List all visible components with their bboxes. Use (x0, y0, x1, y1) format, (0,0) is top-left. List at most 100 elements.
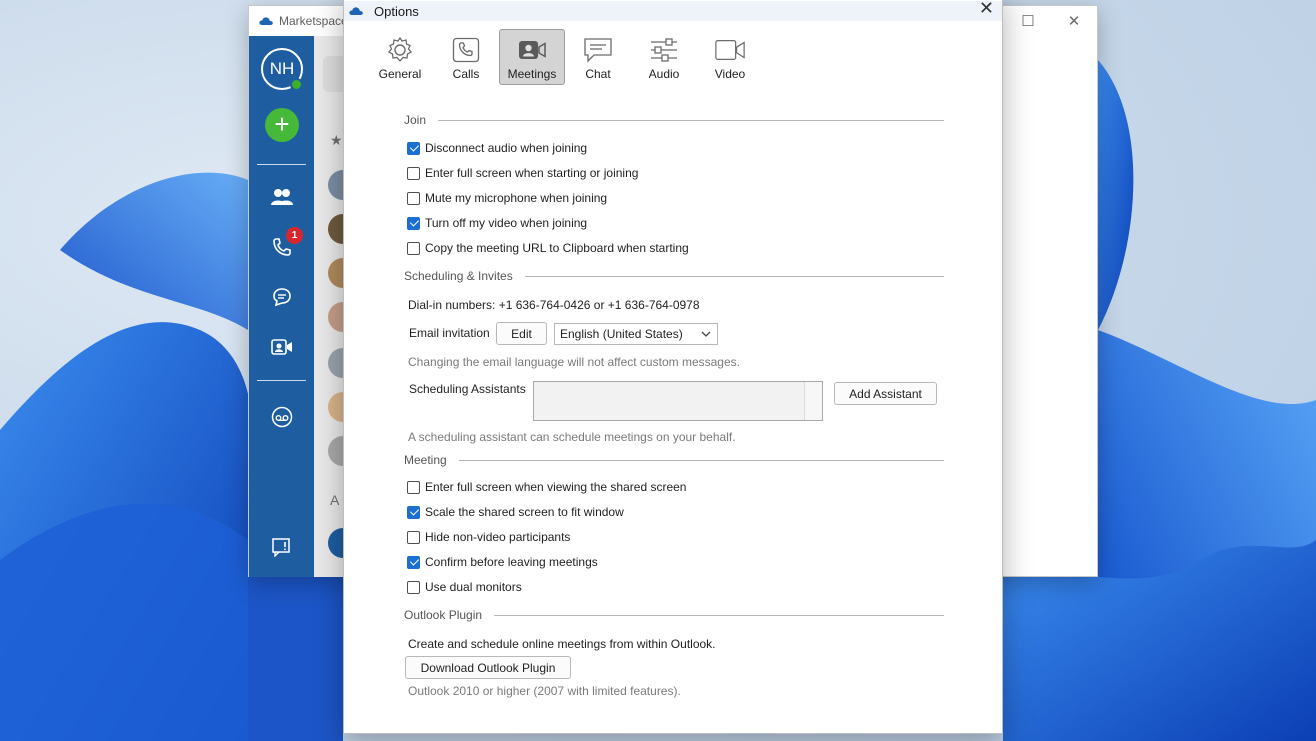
phone-icon (450, 37, 482, 63)
checkbox[interactable] (407, 480, 420, 494)
voicemail-icon[interactable] (269, 404, 295, 430)
tab-meetings[interactable]: Meetings (499, 29, 565, 85)
feedback-icon[interactable] (269, 534, 295, 560)
rail-divider (257, 164, 306, 165)
checkbox[interactable] (407, 555, 420, 569)
option-label: Disconnect audio when joining (425, 141, 588, 155)
section-title: Join (404, 113, 427, 127)
meetings-icon[interactable] (269, 334, 295, 360)
contact-list-strip: ★ A (314, 36, 344, 577)
option-full-screen-join[interactable]: Enter full screen when starting or joini… (407, 166, 638, 180)
sliders-icon (648, 37, 680, 63)
tab-audio[interactable]: Audio (631, 29, 697, 85)
tab-label: Audio (648, 67, 680, 81)
gear-icon (384, 36, 416, 63)
contacts-icon[interactable] (269, 184, 295, 210)
option-copy-url[interactable]: Copy the meeting URL to Clipboard when s… (407, 241, 689, 255)
email-invitation-label: Email invitation (409, 326, 490, 340)
tab-general[interactable]: General (367, 29, 433, 85)
checkbox[interactable] (407, 216, 420, 230)
favorites-star-icon: ★ (330, 132, 343, 148)
user-initials: NH (269, 59, 295, 78)
dialog-title: Options (374, 3, 419, 19)
section-divider (438, 119, 944, 121)
outlook-description: Create and schedule online meetings from… (408, 637, 716, 651)
tab-label: Calls (452, 67, 480, 81)
contact-avatar[interactable] (328, 392, 344, 422)
dialog-titlebar: Options ✕ (344, 0, 1002, 21)
edit-button[interactable]: Edit (496, 322, 547, 345)
nav-rail: NH + 1 (249, 36, 314, 577)
option-label: Turn off my video when joining (425, 216, 588, 230)
contact-avatar[interactable] (328, 170, 344, 200)
option-mute-microphone[interactable]: Mute my microphone when joining (407, 191, 607, 205)
option-dual-monitors[interactable]: Use dual monitors (407, 580, 522, 594)
option-full-screen-shared[interactable]: Enter full screen when viewing the share… (407, 480, 686, 494)
app-logo-icon (259, 17, 273, 25)
email-language-select[interactable]: English (United States) (554, 323, 718, 345)
outlook-requirement: Outlook 2010 or higher (2007 with limite… (408, 684, 681, 698)
checkbox[interactable] (407, 505, 420, 519)
chevron-down-icon (701, 331, 711, 337)
section-title: Meeting (404, 453, 447, 467)
contact-avatar[interactable] (328, 528, 344, 558)
contact-avatar[interactable] (328, 348, 344, 378)
close-window-button[interactable]: ✕ (1051, 6, 1097, 36)
option-label: Use dual monitors (425, 580, 522, 594)
checkbox[interactable] (407, 166, 420, 180)
option-confirm-leaving[interactable]: Confirm before leaving meetings (407, 555, 598, 569)
maximize-button[interactable]: ☐ (1005, 6, 1051, 36)
option-disconnect-audio[interactable]: Disconnect audio when joining (407, 141, 587, 155)
scrollbar[interactable] (804, 382, 822, 420)
dial-in-numbers: Dial-in numbers: +1 636-764-0426 or +1 6… (408, 298, 700, 312)
option-label: Scale the shared screen to fit window (425, 505, 624, 519)
options-dialog: Options ✕ General Calls Meetings Chat Au… (343, 0, 1003, 734)
meetings-icon (516, 37, 548, 63)
tab-calls[interactable]: Calls (433, 29, 499, 85)
section-outlook: Outlook Plugin (404, 608, 944, 622)
option-label: Enter full screen when starting or joini… (425, 166, 639, 180)
add-assistant-button[interactable]: Add Assistant (834, 382, 937, 405)
section-scheduling: Scheduling & Invites (404, 269, 944, 283)
option-label: Confirm before leaving meetings (425, 555, 598, 569)
checkbox[interactable] (407, 191, 420, 205)
contact-avatar[interactable] (328, 258, 344, 288)
bg-app-title: Marketspace (279, 14, 348, 28)
tab-label: General (378, 67, 422, 81)
section-meeting: Meeting (404, 453, 944, 467)
contact-avatar[interactable] (328, 214, 344, 244)
tab-video[interactable]: Video (697, 29, 763, 85)
contact-avatar[interactable] (328, 436, 344, 466)
section-divider (524, 275, 944, 277)
bg-window-controls: ☐ ✕ (1005, 6, 1097, 36)
close-dialog-button[interactable]: ✕ (979, 0, 994, 19)
option-label: Hide non-video participants (425, 530, 571, 544)
checkbox[interactable] (407, 241, 420, 255)
checkbox[interactable] (407, 530, 420, 544)
app-logo-icon (349, 7, 363, 15)
presence-badge (290, 78, 303, 91)
options-tabs: General Calls Meetings Chat Audio Video (367, 29, 763, 85)
checkbox[interactable] (407, 141, 420, 155)
scheduling-assistants-label: Scheduling Assistants (409, 382, 526, 396)
checkbox[interactable] (407, 580, 420, 594)
option-hide-non-video[interactable]: Hide non-video participants (407, 530, 570, 544)
chat-icon[interactable] (269, 284, 295, 310)
option-label: Mute my microphone when joining (425, 191, 608, 205)
tab-label: Meetings (507, 67, 557, 81)
assistant-hint: A scheduling assistant can schedule meet… (408, 430, 736, 444)
contact-avatar[interactable] (328, 302, 344, 332)
rail-divider (257, 380, 306, 381)
download-outlook-plugin-button[interactable]: Download Outlook Plugin (405, 656, 571, 679)
video-icon (714, 37, 746, 63)
add-button[interactable]: + (265, 108, 299, 142)
option-turn-off-video[interactable]: Turn off my video when joining (407, 216, 587, 230)
tab-label: Video (714, 67, 746, 81)
tab-chat[interactable]: Chat (565, 29, 631, 85)
section-divider (494, 614, 944, 616)
select-value: English (United States) (560, 327, 683, 341)
contact-search-box[interactable] (323, 56, 344, 92)
calls-badge: 1 (286, 227, 303, 244)
scheduling-assistants-list[interactable] (533, 381, 823, 421)
option-scale-shared[interactable]: Scale the shared screen to fit window (407, 505, 624, 519)
